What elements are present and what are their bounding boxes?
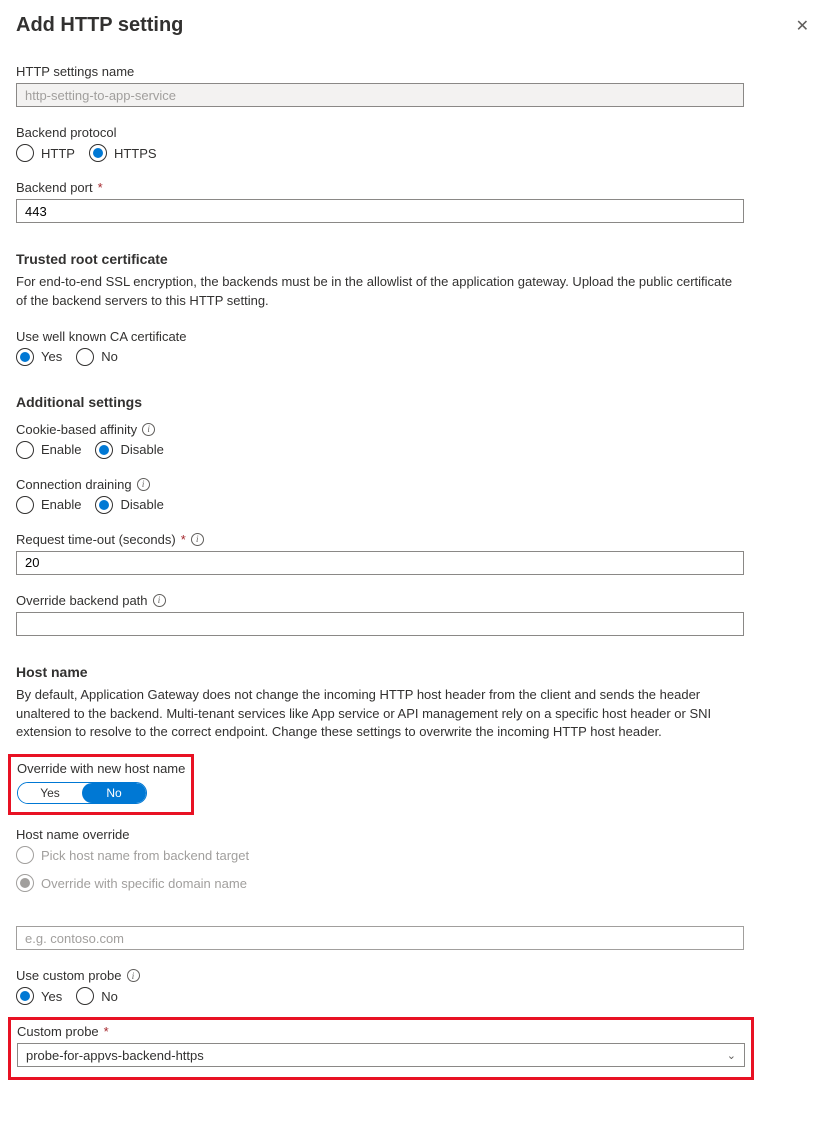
radio-icon xyxy=(16,987,34,1005)
radio-label: Override with specific domain name xyxy=(41,876,247,891)
request-timeout-label: Request time-out (seconds)* i xyxy=(16,532,815,547)
ca-cert-label: Use well known CA certificate xyxy=(16,329,815,344)
domain-name-input: e.g. contoso.com xyxy=(16,926,744,950)
toggle-yes[interactable]: Yes xyxy=(18,783,82,803)
radio-icon xyxy=(16,846,34,864)
backend-protocol-https-radio[interactable]: HTTPS xyxy=(89,144,157,162)
additional-settings-heading: Additional settings xyxy=(16,394,815,410)
radio-label: Enable xyxy=(41,442,81,457)
radio-icon xyxy=(76,348,94,366)
info-icon[interactable]: i xyxy=(127,969,140,982)
http-settings-name-label: HTTP settings name xyxy=(16,64,815,79)
radio-label: Yes xyxy=(41,989,62,1004)
radio-icon xyxy=(16,348,34,366)
required-mark: * xyxy=(181,532,186,547)
custom-probe-label: Custom probe* xyxy=(17,1024,745,1039)
highlight-custom-probe: Custom probe* probe-for-appvs-backend-ht… xyxy=(8,1017,754,1080)
info-icon[interactable]: i xyxy=(153,594,166,607)
http-settings-name-input[interactable] xyxy=(16,83,744,107)
host-name-desc: By default, Application Gateway does not… xyxy=(16,686,744,743)
custom-probe-select[interactable]: probe-for-appvs-backend-https ⌄ xyxy=(17,1043,745,1067)
radio-icon xyxy=(16,874,34,892)
radio-label: No xyxy=(101,349,118,364)
radio-label: No xyxy=(101,989,118,1004)
cookie-affinity-label: Cookie-based affinity i xyxy=(16,422,815,437)
host-override-label: Host name override xyxy=(16,827,815,842)
override-hostname-toggle[interactable]: Yes No xyxy=(17,782,147,804)
backend-protocol-http-radio[interactable]: HTTP xyxy=(16,144,75,162)
cookie-affinity-disable-radio[interactable]: Disable xyxy=(95,441,163,459)
toggle-no[interactable]: No xyxy=(82,783,146,803)
radio-label: HTTPS xyxy=(114,146,157,161)
ca-cert-yes-radio[interactable]: Yes xyxy=(16,348,62,366)
backend-port-label: Backend port* xyxy=(16,180,815,195)
trusted-root-heading: Trusted root certificate xyxy=(16,251,815,267)
host-name-heading: Host name xyxy=(16,664,815,680)
radio-icon xyxy=(89,144,107,162)
required-mark: * xyxy=(104,1024,109,1039)
radio-label: HTTP xyxy=(41,146,75,161)
connection-draining-enable-radio[interactable]: Enable xyxy=(16,496,81,514)
use-custom-probe-label: Use custom probe i xyxy=(16,968,815,983)
radio-icon xyxy=(95,441,113,459)
required-mark: * xyxy=(98,180,103,195)
cookie-affinity-enable-radio[interactable]: Enable xyxy=(16,441,81,459)
trusted-root-desc: For end-to-end SSL encryption, the backe… xyxy=(16,273,744,311)
ca-cert-no-radio[interactable]: No xyxy=(76,348,118,366)
radio-icon xyxy=(76,987,94,1005)
chevron-down-icon: ⌄ xyxy=(727,1049,736,1062)
specific-domain-radio: Override with specific domain name xyxy=(16,874,815,892)
connection-draining-disable-radio[interactable]: Disable xyxy=(95,496,163,514)
pick-from-backend-radio: Pick host name from backend target xyxy=(16,846,815,864)
radio-label: Disable xyxy=(120,497,163,512)
backend-port-input[interactable] xyxy=(16,199,744,223)
override-hostname-label: Override with new host name xyxy=(17,761,185,776)
radio-label: Yes xyxy=(41,349,62,364)
close-icon[interactable]: ✕ xyxy=(790,14,815,38)
radio-icon xyxy=(16,496,34,514)
radio-icon xyxy=(95,496,113,514)
use-custom-probe-no-radio[interactable]: No xyxy=(76,987,118,1005)
info-icon[interactable]: i xyxy=(142,423,155,436)
highlight-override-hostname: Override with new host name Yes No xyxy=(8,754,194,815)
radio-label: Disable xyxy=(120,442,163,457)
select-value: probe-for-appvs-backend-https xyxy=(26,1048,204,1063)
radio-label: Pick host name from backend target xyxy=(41,848,249,863)
backend-protocol-label: Backend protocol xyxy=(16,125,815,140)
page-title: Add HTTP setting xyxy=(16,14,183,37)
connection-draining-label: Connection draining i xyxy=(16,477,815,492)
override-path-label: Override backend path i xyxy=(16,593,815,608)
radio-icon xyxy=(16,441,34,459)
info-icon[interactable]: i xyxy=(191,533,204,546)
info-icon[interactable]: i xyxy=(137,478,150,491)
request-timeout-input[interactable] xyxy=(16,551,744,575)
use-custom-probe-yes-radio[interactable]: Yes xyxy=(16,987,62,1005)
radio-label: Enable xyxy=(41,497,81,512)
radio-icon xyxy=(16,144,34,162)
override-path-input[interactable] xyxy=(16,612,744,636)
